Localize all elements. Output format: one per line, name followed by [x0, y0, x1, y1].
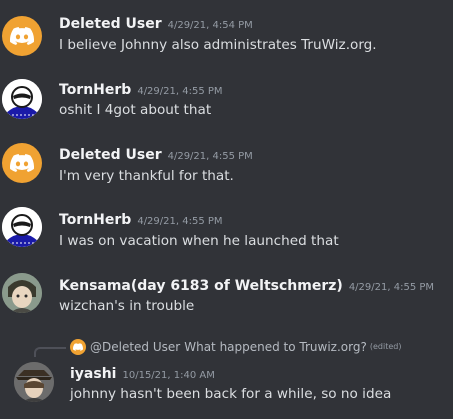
message-text: wizchan's in trouble: [59, 298, 195, 314]
avatar[interactable]: [2, 16, 42, 56]
avatar[interactable]: [2, 207, 42, 247]
message-text: oshit I 4got about that: [59, 102, 212, 118]
message-author[interactable]: Kensama(day 6183 of Weltschmerz): [59, 278, 343, 294]
message-timestamp: 4/29/21, 4:55 PM: [167, 151, 253, 162]
message-timestamp: 4/29/21, 4:54 PM: [167, 20, 253, 31]
message-author[interactable]: TornHerb: [59, 82, 131, 98]
message-timestamp: 4/29/21, 4:55 PM: [137, 86, 223, 97]
message-text: I believe Johnny also administrates TruW…: [59, 37, 377, 53]
message-text: I'm very thankful for that.: [59, 168, 234, 184]
message-timestamp: 4/29/21, 4:55 PM: [137, 216, 223, 227]
message-author[interactable]: iyashi: [70, 366, 116, 382]
avatar[interactable]: [2, 79, 42, 119]
message-author[interactable]: Deleted User: [59, 147, 162, 163]
tornherb-avatar-icon: [2, 79, 42, 119]
discord-logo-icon: [10, 154, 34, 172]
anime-avatar-icon: [2, 273, 42, 313]
tornherb-avatar-icon: [2, 207, 42, 247]
chat-message-list: Deleted User 4/29/21, 4:54 PM I believe J…: [0, 0, 453, 419]
message-text: I was on vacation when he launched that: [59, 233, 339, 249]
message-text: johnny hasn't been back for a while, so …: [70, 386, 392, 402]
message-timestamp: 4/29/21, 4:55 PM: [348, 282, 435, 293]
message-author[interactable]: TornHerb: [59, 212, 131, 228]
avatar[interactable]: [14, 362, 54, 402]
reply-text[interactable]: What happened to Truwiz.org?: [184, 339, 367, 355]
reply-spine: [34, 347, 66, 357]
discord-logo-icon: [10, 27, 34, 45]
anime-avatar-icon: [14, 362, 54, 402]
discord-logo-icon: [70, 339, 86, 355]
reply-preview[interactable]: @Deleted User What happened to Truwiz.or…: [70, 339, 401, 355]
message-author[interactable]: Deleted User: [59, 16, 162, 32]
avatar[interactable]: [2, 143, 42, 183]
reply-edited-label: (edited): [369, 342, 402, 351]
avatar[interactable]: [2, 273, 42, 313]
reply-author[interactable]: @Deleted User: [90, 339, 180, 355]
message-timestamp: 10/15/21, 1:40 AM: [122, 370, 215, 381]
